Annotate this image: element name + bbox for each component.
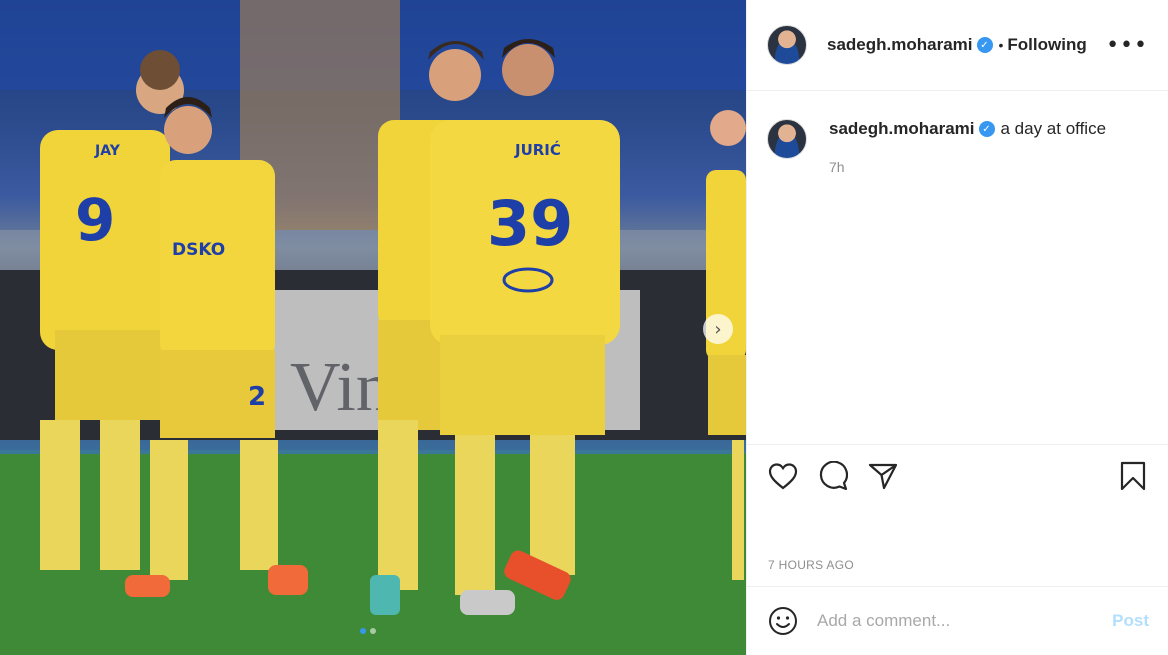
jersey-number-left: 9	[75, 186, 115, 254]
separator-dot: •	[998, 37, 1004, 53]
carousel-dot-1	[360, 628, 366, 634]
caption-comment: sadegh.moharami ✓ a day at office 7h	[747, 91, 1168, 175]
bookmark-icon	[1120, 461, 1146, 490]
comment-icon	[819, 460, 848, 490]
jersey-name-front: JURIĆ	[514, 140, 561, 159]
caption-avatar[interactable]	[767, 119, 807, 159]
shorts-number: 2	[248, 382, 266, 412]
header-username[interactable]: sadegh.moharami	[827, 35, 973, 55]
share-button[interactable]	[867, 460, 899, 492]
more-icon[interactable]: •••	[1106, 33, 1148, 58]
share-icon	[868, 463, 898, 489]
heart-icon	[768, 462, 798, 489]
jersey-number-front: 39	[487, 187, 573, 260]
next-photo-button[interactable]: ›	[703, 314, 733, 344]
avatar[interactable]	[767, 25, 807, 65]
post-sidebar: sadegh.moharami ✓ • Following ••• sadegh…	[746, 0, 1168, 655]
carousel-dots	[360, 628, 376, 634]
caption-timestamp[interactable]: 7h	[829, 159, 1106, 175]
photo-scene: Vin 9 JAY 2 DSKO JURIĆ 39	[0, 0, 746, 655]
caption-username[interactable]: sadegh.moharami	[829, 119, 975, 139]
emoji-icon	[769, 607, 797, 635]
action-bar	[747, 444, 1168, 506]
comment-button[interactable]	[817, 460, 849, 492]
carousel-dot-2	[370, 628, 376, 634]
like-button[interactable]	[767, 460, 799, 492]
sponsor-left: DSKO	[172, 240, 225, 260]
following-button[interactable]: Following	[1007, 35, 1086, 55]
save-button[interactable]	[1117, 460, 1149, 492]
svg-text:Vin: Vin	[290, 349, 391, 426]
add-comment-bar: Post	[747, 586, 1168, 655]
jersey-name-left: JAY	[94, 143, 121, 159]
verified-icon: ✓	[976, 37, 993, 53]
chevron-right-icon: ›	[714, 318, 722, 340]
comment-input[interactable]	[817, 611, 1097, 631]
caption-text: a day at office	[1000, 119, 1107, 138]
caption-verified-icon: ✓	[978, 121, 995, 137]
post-photo[interactable]: Vin 9 JAY 2 DSKO JURIĆ 39 ›	[0, 0, 746, 655]
post-header: sadegh.moharami ✓ • Following •••	[747, 0, 1168, 91]
emoji-button[interactable]	[767, 605, 799, 637]
post-timestamp[interactable]: 7 HOURS AGO	[768, 558, 854, 572]
post-comment-button[interactable]: Post	[1112, 611, 1149, 631]
